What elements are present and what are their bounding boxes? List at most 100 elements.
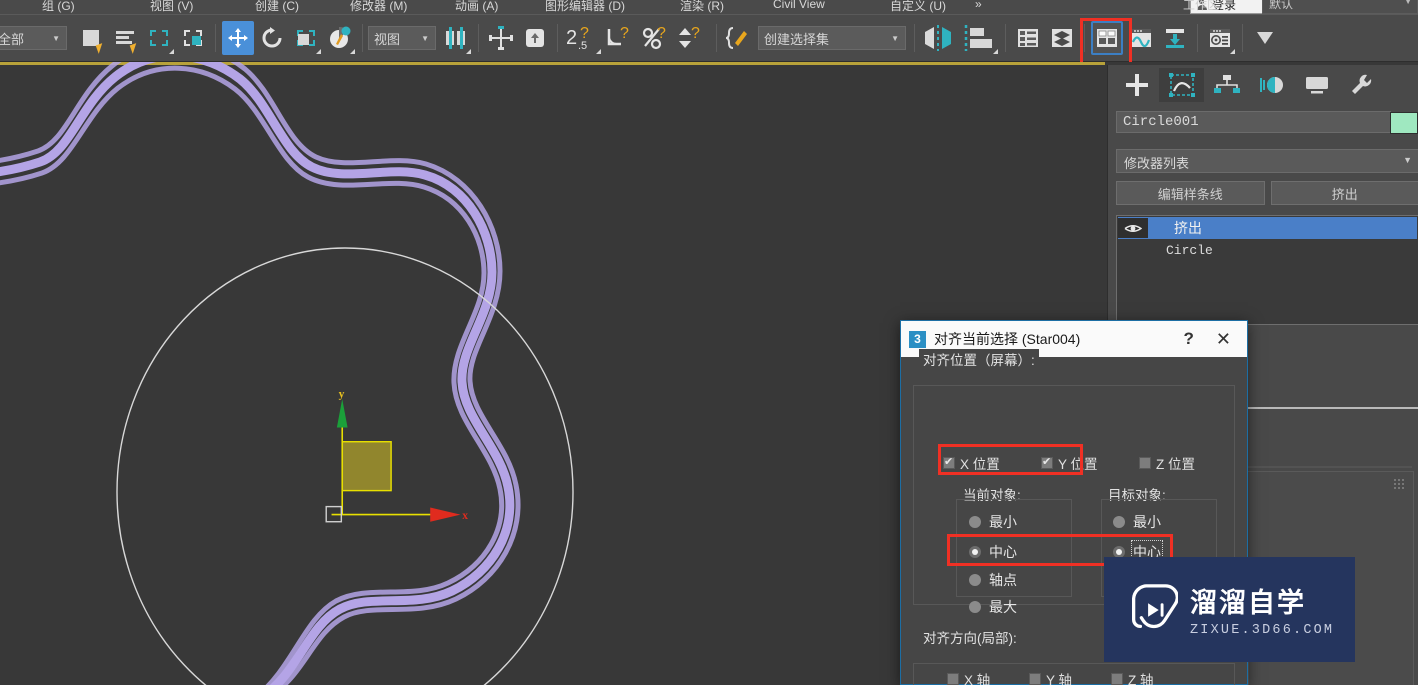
z-axis-checkbox[interactable]: Z 轴 — [1111, 669, 1154, 685]
scene-explorer-icon — [1052, 29, 1072, 47]
watermark-line1: 溜溜自学 — [1190, 588, 1306, 619]
object-color-swatch[interactable] — [1390, 112, 1418, 134]
y-axis-checkbox[interactable]: Y 轴 — [1029, 669, 1072, 685]
eye-icon[interactable] — [1118, 218, 1148, 238]
toolbar-divider — [1005, 24, 1006, 52]
rotate-icon — [262, 27, 282, 48]
snap-icon — [526, 29, 544, 47]
command-panel-tab-utilities[interactable] — [1339, 68, 1384, 102]
menu-item-rendering[interactable]: 渲染 (R) — [680, 0, 724, 14]
svg-text:?: ? — [691, 25, 700, 42]
menu-item-modifiers[interactable]: 修改器 (M) — [350, 0, 407, 14]
motion-icon — [1259, 77, 1283, 93]
hierarchy-icon — [1213, 75, 1240, 93]
use-pivot-point-center-button[interactable] — [440, 21, 472, 55]
layer-explorer-button[interactable] — [1012, 21, 1044, 55]
percent-snap-toggle-button[interactable]: ? — [640, 21, 674, 55]
close-icon[interactable]: ✕ — [1208, 329, 1239, 350]
select-and-manipulate-button[interactable] — [485, 21, 517, 55]
object-name-field[interactable]: Circle001 — [1116, 111, 1391, 133]
flyout-corner-icon — [466, 49, 471, 54]
modifier-list-dropdown[interactable]: 修改器列表 ▼ — [1116, 149, 1418, 173]
window-crossing-button[interactable] — [177, 21, 209, 55]
command-panel-tab-create[interactable] — [1114, 68, 1159, 102]
radio-dot — [969, 546, 981, 558]
scene-explorer-button[interactable] — [1046, 21, 1078, 55]
align-icon — [964, 25, 992, 51]
y-axis-label: Y 轴 — [1046, 673, 1073, 685]
menu-item-create[interactable]: 创建 (C) — [255, 0, 299, 14]
chevron-down-icon: ▼ — [1404, 0, 1412, 6]
menu-item-group[interactable]: 组 (G) — [42, 0, 75, 14]
z-position-label: Z 位置 — [1156, 457, 1195, 472]
extrude-button[interactable]: 挤出 — [1270, 181, 1418, 205]
checkbox-box — [1111, 673, 1123, 685]
modifier-stack-item-extrude[interactable]: 挤出 — [1118, 217, 1417, 239]
flyout-corner-icon — [993, 49, 998, 54]
command-panel-tabs — [1108, 65, 1418, 105]
menu-item-customize[interactable]: 自定义 (U) — [890, 0, 946, 14]
selection-filter-dropdown[interactable]: 全部 ▼ — [0, 26, 67, 50]
command-panel-tab-display[interactable] — [1294, 68, 1339, 102]
select-and-rotate-button[interactable] — [256, 21, 288, 55]
menu-item-animation[interactable]: 动画 (A) — [455, 0, 498, 14]
menu-item-civil-view[interactable]: Civil View — [773, 0, 825, 11]
wrench-icon — [1351, 74, 1371, 94]
snaps-toggle-button[interactable] — [519, 21, 551, 55]
select-and-move-button[interactable] — [222, 21, 254, 55]
menu-item-graph-editors[interactable]: 图形编辑器 (D) — [545, 0, 625, 14]
spinner-snap-toggle-button[interactable]: ? — [676, 21, 710, 55]
toolbar-divider — [557, 24, 558, 52]
select-and-place-button[interactable] — [324, 21, 356, 55]
modifier-stack-item-circle[interactable]: Circle — [1118, 239, 1417, 261]
x-axis-checkbox[interactable]: X 轴 — [947, 669, 990, 685]
reference-coordinate-system-dropdown[interactable]: 视图 ▼ — [368, 26, 436, 50]
z-position-checkbox[interactable]: Z 位置 — [1139, 453, 1195, 473]
align-button[interactable] — [959, 21, 999, 55]
named-selection-set-value: 创建选择集 — [764, 31, 830, 47]
flyout-corner-icon — [169, 49, 174, 54]
align-orientation-label: 对齐方向(局部): — [919, 627, 1021, 647]
command-panel-tab-hierarchy[interactable] — [1204, 68, 1249, 102]
watermark-line2: ZIXUE.3D66.COM — [1190, 623, 1335, 638]
current-maximum-radio[interactable]: 最大 — [969, 597, 1017, 617]
target-minimum-radio[interactable]: 最小 — [1113, 512, 1161, 532]
command-panel-tab-modify[interactable] — [1159, 68, 1204, 102]
named-selection-set-dropdown[interactable]: 创建选择集 ▼ — [758, 26, 906, 50]
object-name-value: Circle001 — [1123, 114, 1199, 130]
current-minimum-radio[interactable]: 最小 — [969, 512, 1017, 532]
checkbox-box — [1139, 457, 1151, 469]
current-pivot-radio[interactable]: 轴点 — [969, 570, 1017, 590]
angle-snap-toggle-button[interactable]: ? — [604, 21, 638, 55]
angle-snap-icon: ? — [607, 25, 629, 46]
mirror-button[interactable] — [921, 21, 957, 55]
gizmo-y-label: y — [339, 388, 345, 400]
command-panel-tab-motion[interactable] — [1249, 68, 1294, 102]
current-center-radio[interactable]: 中心 — [969, 542, 1017, 562]
menu-item-overflow[interactable]: » — [975, 0, 982, 11]
select-by-name-button[interactable] — [109, 21, 141, 55]
current-center-label: 中心 — [989, 544, 1017, 560]
plus-icon — [1125, 74, 1148, 96]
transform-gizmo[interactable]: y x — [320, 387, 480, 532]
workspace-dropdown[interactable]: 默认 ▼ — [1262, 0, 1418, 14]
named-sets-icon — [725, 27, 747, 49]
watermark-text: 溜溜自学 ZIXUE.3D66.COM — [1190, 581, 1334, 638]
select-object-button[interactable] — [75, 21, 107, 55]
modifier-stack[interactable]: 挤出 Circle — [1116, 215, 1418, 325]
rectangular-selection-region-button[interactable] — [143, 21, 175, 55]
y-position-checkbox[interactable]: Y 位置 — [1041, 453, 1098, 473]
render-setup-button[interactable] — [1159, 21, 1191, 55]
edit-named-selection-sets-button[interactable] — [723, 21, 753, 55]
chevron-down-icon: ▼ — [52, 33, 60, 43]
menu-item-views[interactable]: 视图 (V) — [150, 0, 193, 14]
snaps-toggle-2-button[interactable]: 2 .5 ? — [564, 21, 602, 55]
select-and-uniform-scale-button[interactable] — [290, 21, 322, 55]
help-button[interactable]: ? — [1170, 329, 1208, 349]
render-production-button[interactable] — [1249, 21, 1281, 55]
toolbar-divider — [1197, 24, 1198, 52]
render-frame-window-button[interactable] — [1204, 21, 1236, 55]
x-position-checkbox[interactable]: X 位置 — [943, 453, 1000, 473]
edit-spline-button[interactable]: 编辑样条线 — [1116, 181, 1265, 205]
teapot-render-icon — [1257, 32, 1273, 44]
